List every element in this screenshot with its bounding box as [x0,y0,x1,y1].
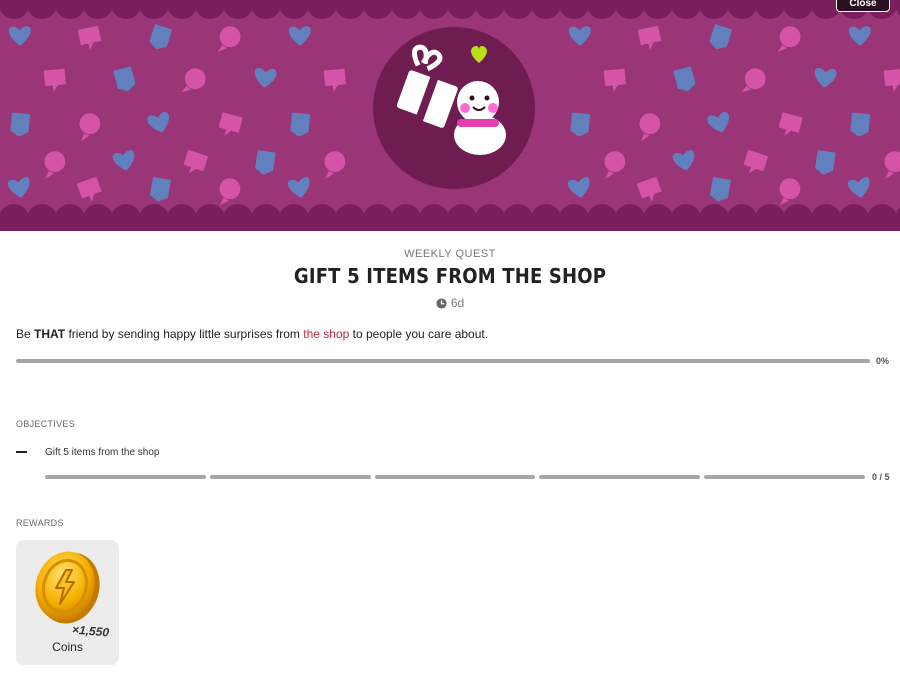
banner-pattern-glyph [288,26,311,46]
reward-card-coins[interactable]: ×1,550 Coins [16,540,119,665]
objective-count: 0 / 5 [872,472,890,482]
banner-pattern-glyph [848,26,871,46]
time-left-text: 6d [450,296,465,310]
banner-pattern-glyph [884,151,900,179]
objectives-heading: OBJECTIVES [16,419,76,429]
banner-pattern-glyph [604,151,626,179]
gift-and-snowman-icon [396,44,506,155]
banner-pattern-glyph [149,24,173,50]
banner-pattern-glyph [255,150,276,175]
banner-pattern-glyph [217,26,241,53]
banner-pattern-glyph [43,68,66,92]
banner-pattern-glyph [44,151,66,179]
quest-time-remaining: 6d [0,296,900,310]
banner-pattern-glyph [672,150,695,171]
banner-scallop-bottom [0,204,900,231]
description-bold: THAT [34,327,66,341]
banner-pattern-glyph [815,150,836,175]
banner-pattern-glyph [10,112,31,137]
quest-type-label: WEEKLY QUEST [404,248,496,260]
clock-icon [436,298,447,309]
banner-pattern-glyph [183,149,209,174]
banner-scallop-top [0,0,900,19]
objective-label: Gift 5 items from the shop [45,447,160,458]
description-middle: friend by sending happy little surprises… [65,327,304,341]
close-button[interactable]: Close [836,0,890,12]
banner-pattern-glyph [323,68,346,92]
coin-icon [35,551,100,624]
quest-progress-bar [16,359,870,363]
banner-pattern-glyph [743,149,769,174]
banner-pattern-glyph [218,112,243,136]
reward-name: Coins [52,640,83,654]
banner-pattern-glyph [883,68,900,92]
banner-pattern-glyph [113,66,136,92]
banner-pattern-glyph [603,68,626,92]
banner-pattern-glyph [147,112,169,133]
objective-segment [209,475,371,479]
banner-pattern-glyph [707,112,729,133]
banner-pattern-glyph [324,151,346,179]
quest-progress-percent: 0% [876,356,890,366]
banner-pattern-glyph [637,25,662,50]
quest-description: Be THAT friend by sending happy little s… [16,327,488,341]
banner-pattern-glyph [777,26,801,53]
banner-pattern-glyph [639,113,661,142]
objective-segment [704,475,865,479]
banner-pattern-glyph [112,150,135,171]
objective-segment [45,475,206,479]
quest-banner: Close [0,0,900,231]
banner-pattern-glyph [740,68,766,93]
banner-pattern-glyph [673,66,696,92]
objective-progress-segments [45,475,865,479]
banner-pattern-glyph [290,112,311,137]
objective-incomplete-icon [16,451,27,453]
description-suffix: to people you care about. [349,327,489,341]
banner-pattern-glyph [254,67,277,88]
banner-pattern-glyph [850,112,871,137]
banner-pattern-glyph [8,26,31,46]
banner-pattern-glyph [180,68,206,93]
quest-title: GIFT 5 ITEMS FROM THE SHOP [293,264,607,288]
banner-pattern-glyph [77,25,102,50]
shop-link[interactable]: the shop [303,327,349,341]
banner-pattern-glyph [568,26,591,46]
banner-pattern-glyph [778,112,803,136]
rewards-heading: REWARDS [16,518,64,528]
objective-segment [539,475,701,479]
objective-segment [374,475,536,479]
reward-quantity: ×1,550 [71,622,110,640]
banner-pattern-glyph [79,113,101,142]
banner-pattern-glyph [570,112,591,137]
banner-pattern-glyph [709,24,733,50]
description-prefix: Be [16,327,35,341]
banner-pattern-glyph [814,67,837,88]
